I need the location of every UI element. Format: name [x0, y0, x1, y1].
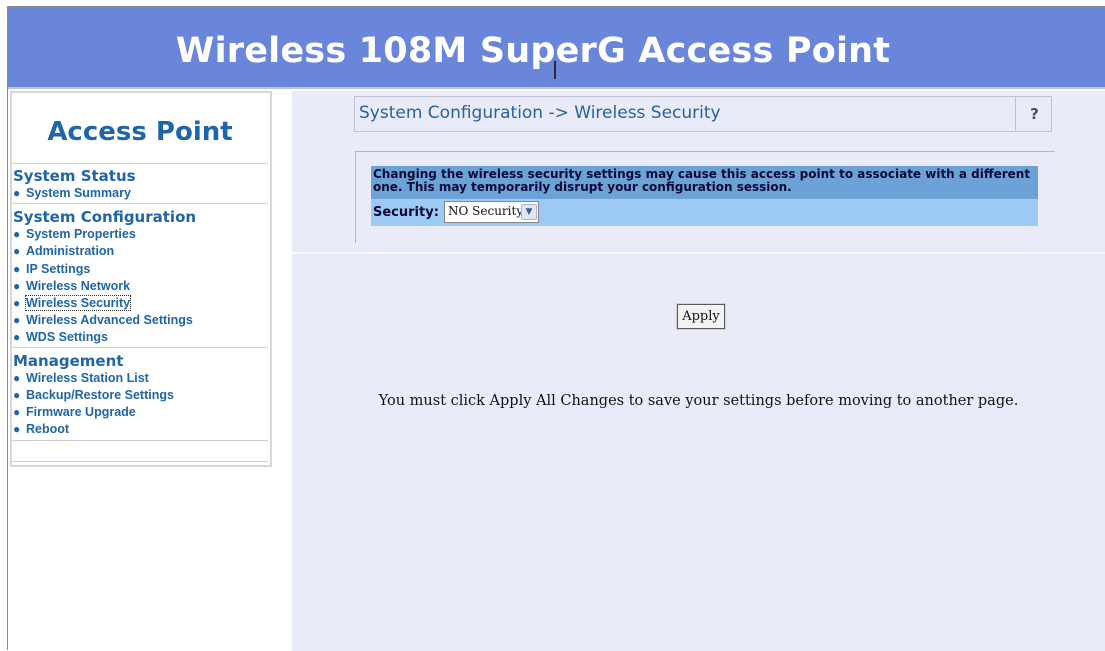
sidebar-item-label: Wireless Advanced Settings: [26, 313, 193, 327]
bullet-icon: ●: [13, 330, 21, 344]
sidebar-item-label: Reboot: [26, 422, 70, 436]
sidebar-item-wireless-station-list[interactable]: ● Wireless Station List: [13, 370, 149, 387]
bullet-icon: ●: [13, 227, 21, 241]
sidebar-item-firmware-upgrade[interactable]: ● Firmware Upgrade: [13, 404, 136, 421]
bullet-icon: ●: [13, 296, 21, 310]
security-select[interactable]: NO Security ▼: [444, 201, 539, 223]
bullet-icon: ●: [13, 371, 21, 385]
sidebar-item-wireless-security[interactable]: ● Wireless Security: [13, 295, 132, 312]
sidebar-item-wireless-advanced-settings[interactable]: ● Wireless Advanced Settings: [13, 312, 193, 329]
chevron-down-icon[interactable]: ▼: [521, 204, 537, 220]
section-heading-system-configuration: System Configuration: [13, 208, 197, 226]
sidebar-item-label: Wireless Station List: [26, 371, 149, 385]
sidebar-item-system-properties[interactable]: ● System Properties: [13, 226, 136, 243]
bullet-icon: ●: [13, 262, 21, 276]
sidebar-item-label: IP Settings: [26, 262, 91, 276]
bullet-icon: ●: [13, 405, 21, 419]
sidebar-item-label: WDS Settings: [26, 330, 108, 344]
header-banner: Wireless 108M SuperG Access Point: [8, 7, 1105, 89]
security-label: Security:: [373, 205, 439, 220]
sidebar-item-system-summary[interactable]: ● System Summary: [13, 185, 131, 202]
section-heading-system-status: System Status: [13, 167, 136, 185]
security-settings-panel: Changing the wireless security settings …: [355, 151, 1055, 243]
sidebar-item-wireless-network[interactable]: ● Wireless Network: [13, 278, 130, 295]
security-row: Security: NO Security ▼: [371, 199, 1038, 226]
sidebar-item-label: Wireless Network: [26, 279, 131, 293]
config-panel: System Configuration -> Wireless Securit…: [292, 91, 1105, 254]
security-select-value: NO Security: [448, 204, 524, 218]
sidebar-item-label: Administration: [26, 244, 115, 258]
bullet-icon: ●: [13, 388, 21, 402]
bullet-icon: ●: [13, 422, 21, 436]
security-warning: Changing the wireless security settings …: [371, 166, 1038, 199]
apply-button[interactable]: Apply: [676, 303, 726, 330]
breadcrumb-bar: System Configuration -> Wireless Securit…: [354, 96, 1052, 132]
section-divider: [12, 347, 268, 348]
section-divider: [12, 163, 268, 164]
page-frame: Wireless 108M SuperG Access Point Access…: [7, 6, 1105, 651]
sidebar-item-administration[interactable]: ● Administration: [13, 243, 114, 260]
sidebar-item-ip-settings[interactable]: ● IP Settings: [13, 261, 90, 278]
bullet-icon: ●: [13, 244, 21, 258]
section-divider: [12, 440, 268, 441]
help-icon: ?: [1030, 105, 1039, 123]
sidebar-item-label: Firmware Upgrade: [26, 405, 136, 419]
sidebar-item-wds-settings[interactable]: ● WDS Settings: [13, 329, 108, 346]
help-button[interactable]: ?: [1015, 97, 1053, 131]
section-divider: [12, 461, 268, 462]
sidebar-item-reboot[interactable]: ● Reboot: [13, 421, 69, 438]
sidebar-item-label: Backup/Restore Settings: [26, 388, 174, 402]
bullet-icon: ●: [13, 313, 21, 327]
sidebar-item-label: Wireless Security: [24, 295, 132, 311]
section-heading-management: Management: [13, 352, 124, 370]
section-divider: [12, 203, 268, 204]
sidebar-item-backup-restore-settings[interactable]: ● Backup/Restore Settings: [13, 387, 174, 404]
text-cursor-icon: [554, 61, 556, 79]
bullet-icon: ●: [13, 279, 21, 293]
app-title: Wireless 108M SuperG Access Point: [175, 31, 891, 71]
breadcrumb: System Configuration -> Wireless Securit…: [359, 103, 721, 123]
sidebar-item-label: System Properties: [26, 227, 136, 241]
main-content: System Configuration -> Wireless Securit…: [292, 91, 1105, 651]
sidebar: Access Point System Status ● System Summa…: [10, 91, 272, 467]
save-reminder-note: You must click Apply All Changes to save…: [378, 393, 1019, 409]
sidebar-title: Access Point: [47, 117, 233, 147]
sidebar-item-label: System Summary: [26, 186, 131, 200]
bullet-icon: ●: [13, 186, 21, 200]
